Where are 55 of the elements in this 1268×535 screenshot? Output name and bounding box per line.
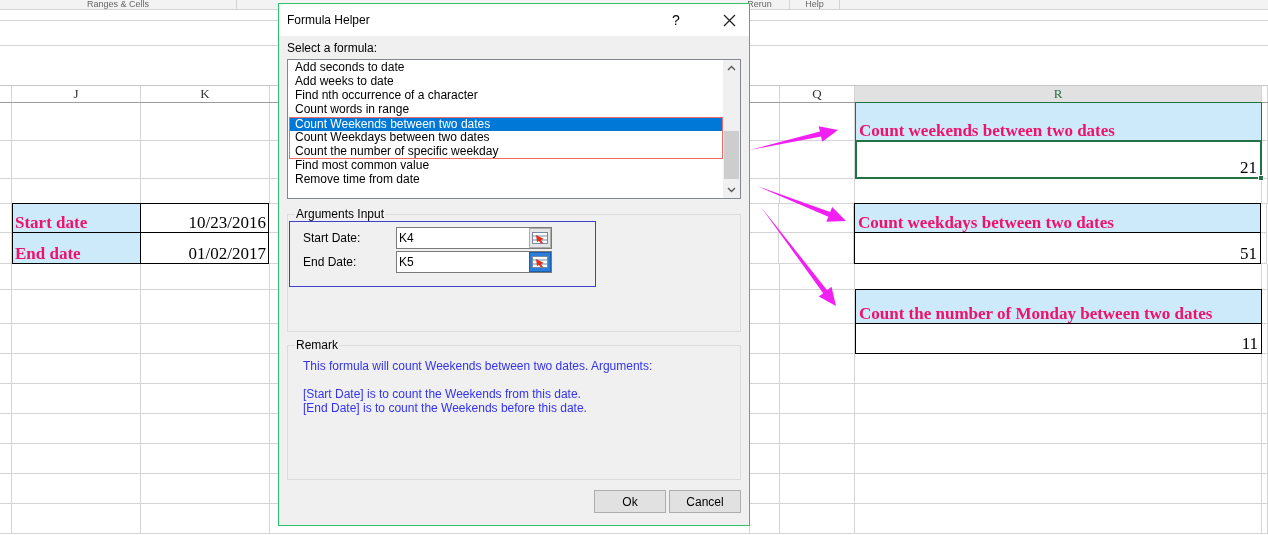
list-label: Select a formula:: [287, 41, 379, 55]
table-cell: Count weekdays between two dates: [854, 203, 1261, 233]
column-header[interactable]: R: [855, 86, 1262, 102]
empty-cell: [0, 444, 12, 474]
formula-item[interactable]: Count Weekends between two dates: [289, 117, 723, 131]
empty-cell: [0, 414, 12, 444]
table-cell: Start date: [12, 203, 141, 233]
formula-item[interactable]: Remove time from date: [289, 173, 723, 187]
table-cell[interactable]: 11: [855, 323, 1262, 354]
scrollbar[interactable]: [723, 60, 740, 198]
empty-cell: [0, 103, 12, 141]
group-legend: Remark: [295, 338, 339, 352]
formula-item[interactable]: Count words in range: [289, 103, 723, 117]
empty-cell: [0, 504, 12, 534]
input-field[interactable]: K4: [396, 227, 552, 249]
input-field[interactable]: K5: [396, 251, 552, 273]
dialog-button[interactable]: Ok: [594, 490, 666, 513]
ribbon-group-label: Help: [805, 0, 824, 9]
field-label: Start Date:: [303, 230, 362, 247]
empty-cell: [0, 264, 12, 290]
fill-handle[interactable]: [1258, 175, 1264, 181]
empty-cell: [0, 354, 12, 384]
table-cell: Count the number of Monday between two dates: [855, 289, 1262, 324]
empty-cell: [0, 141, 12, 179]
scroll-thumb[interactable]: [724, 131, 739, 179]
help-button[interactable]: ?: [663, 7, 689, 33]
formula-item[interactable]: Find nth occurrence of a character: [289, 89, 723, 103]
group-legend: Arguments Input: [295, 207, 386, 221]
table-cell: End date: [12, 232, 141, 264]
range-picker-icon: [532, 232, 548, 244]
empty-cell: [0, 324, 12, 354]
formula-item[interactable]: Add seconds to date: [289, 61, 723, 75]
empty-cell: [0, 384, 12, 414]
formula-item[interactable]: Count the number of specific weekday: [289, 145, 723, 159]
remark-text: This formula will count Weekends between two dates. Arguments:: [303, 359, 654, 373]
formula-item[interactable]: Find most common value: [289, 159, 723, 173]
remark-text: [End Date] is to count the Weekends before this date.: [303, 401, 588, 415]
ribbon-group-label: Ranges & Cells: [87, 0, 149, 9]
scroll-down-icon[interactable]: [727, 187, 736, 193]
dialog-button[interactable]: Cancel: [669, 490, 741, 513]
formula-item[interactable]: Add weeks to date: [289, 75, 723, 89]
scroll-up-icon[interactable]: [727, 65, 736, 71]
table-cell: 01/02/2017: [140, 232, 269, 264]
close-icon: [722, 13, 736, 27]
table-cell: Count weekends between two dates: [855, 102, 1262, 141]
empty-cell: [0, 179, 12, 204]
table-cell: 10/23/2016: [140, 203, 269, 233]
dialog-title: Formula Helper: [287, 12, 370, 29]
table-cell[interactable]: 21: [855, 140, 1262, 179]
field-label: End Date:: [303, 254, 358, 271]
table-cell[interactable]: 51: [854, 232, 1261, 264]
empty-cell: [0, 474, 12, 504]
empty-cell: [0, 290, 12, 324]
range-picker-icon: [532, 256, 548, 268]
remark-text: [Start Date] is to count the Weekends from this date.: [303, 387, 582, 401]
